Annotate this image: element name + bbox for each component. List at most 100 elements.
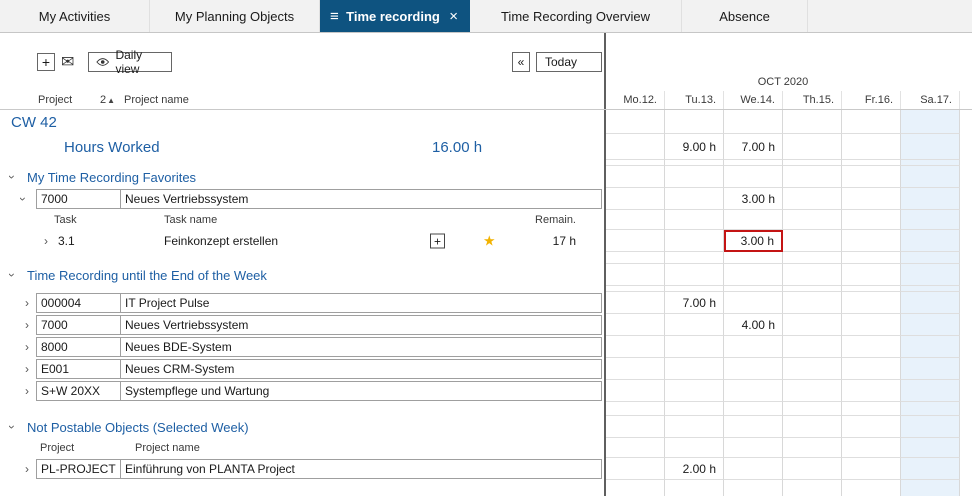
- day-cell[interactable]: [783, 230, 842, 252]
- day-cell[interactable]: [783, 134, 842, 160]
- day-cell[interactable]: [842, 166, 901, 188]
- day-cell[interactable]: [724, 358, 783, 380]
- day-cell-weekend[interactable]: [901, 230, 960, 252]
- project-name-cell[interactable]: Neues Vertriebssystem: [120, 189, 602, 209]
- day-cell[interactable]: [783, 380, 842, 402]
- day-cell[interactable]: [665, 110, 724, 134]
- day-header[interactable]: Tu.13.: [665, 91, 724, 109]
- project-name-cell[interactable]: Einführung von PLANTA Project: [120, 459, 602, 479]
- project-name-cell[interactable]: Systempflege und Wartung: [120, 381, 602, 401]
- day-cell[interactable]: [783, 314, 842, 336]
- favorite-star-icon[interactable]: ★: [483, 233, 496, 250]
- day-cell[interactable]: [783, 292, 842, 314]
- day-cell-weekend[interactable]: [901, 264, 960, 286]
- project-name-cell[interactable]: Neues BDE-System: [120, 337, 602, 357]
- day-cell[interactable]: [724, 336, 783, 358]
- day-cell[interactable]: [606, 230, 665, 252]
- day-cell[interactable]: [724, 438, 783, 458]
- project-name-cell[interactable]: Neues CRM-System: [120, 359, 602, 379]
- day-cell[interactable]: [783, 210, 842, 230]
- favorites-section-title[interactable]: My Time Recording Favorites: [27, 166, 196, 188]
- daily-view-button[interactable]: Daily view: [88, 52, 172, 72]
- day-cell[interactable]: [842, 336, 901, 358]
- day-cell[interactable]: [606, 416, 665, 438]
- sort-indicator[interactable]: 2▲: [100, 91, 115, 109]
- project-id-cell[interactable]: 8000: [36, 337, 121, 357]
- chevron-right-icon[interactable]: ›: [25, 319, 29, 331]
- day-cell[interactable]: [606, 110, 665, 134]
- day-cell[interactable]: [665, 210, 724, 230]
- day-cell[interactable]: [606, 380, 665, 402]
- day-cell-weekend[interactable]: [901, 110, 960, 134]
- hours-value-cell[interactable]: 7.00 h: [724, 134, 783, 160]
- chevron-down-icon[interactable]: ›: [17, 197, 29, 201]
- add-button[interactable]: +: [37, 53, 55, 71]
- day-cell[interactable]: [783, 438, 842, 458]
- chevron-right-icon[interactable]: ›: [25, 463, 29, 475]
- day-cell[interactable]: [783, 358, 842, 380]
- day-cell[interactable]: [606, 358, 665, 380]
- day-header[interactable]: Mo.12.: [606, 91, 665, 109]
- day-cell[interactable]: [724, 416, 783, 438]
- day-cell[interactable]: [606, 188, 665, 210]
- day-cell[interactable]: [842, 110, 901, 134]
- day-cell[interactable]: [783, 458, 842, 480]
- project-id-cell[interactable]: 7000: [36, 315, 121, 335]
- day-cell-weekend[interactable]: [901, 458, 960, 480]
- day-cell-weekend[interactable]: [901, 166, 960, 188]
- day-cell[interactable]: [842, 416, 901, 438]
- not-postable-section-title[interactable]: Not Postable Objects (Selected Week): [27, 416, 249, 438]
- project-id-cell[interactable]: 000004: [36, 293, 121, 313]
- hours-value-cell[interactable]: 9.00 h: [665, 134, 724, 160]
- day-header[interactable]: Th.15.: [783, 91, 842, 109]
- day-cell[interactable]: [665, 166, 724, 188]
- tab-absence[interactable]: Absence: [682, 0, 808, 32]
- day-cell[interactable]: [665, 336, 724, 358]
- day-cell[interactable]: [842, 134, 901, 160]
- day-cell[interactable]: [724, 458, 783, 480]
- project-column-header[interactable]: Project: [38, 91, 72, 109]
- day-cell-weekend[interactable]: [901, 188, 960, 210]
- day-cell[interactable]: [606, 336, 665, 358]
- day-cell-weekend[interactable]: [901, 380, 960, 402]
- previous-week-button[interactable]: «: [512, 52, 530, 72]
- mail-icon[interactable]: ✉: [61, 52, 74, 72]
- day-cell[interactable]: [783, 188, 842, 210]
- day-header[interactable]: We.14.: [724, 91, 783, 109]
- chevron-right-icon[interactable]: ›: [25, 341, 29, 353]
- day-cell[interactable]: [842, 438, 901, 458]
- day-cell-weekend[interactable]: [901, 210, 960, 230]
- day-cell[interactable]: [724, 264, 783, 286]
- chevron-down-icon[interactable]: ›: [6, 425, 18, 429]
- day-cell-weekend[interactable]: [901, 416, 960, 438]
- day-cell[interactable]: [783, 336, 842, 358]
- chevron-right-icon[interactable]: ›: [25, 363, 29, 375]
- chevron-right-icon[interactable]: ›: [44, 235, 48, 247]
- day-cell[interactable]: [606, 438, 665, 458]
- day-cell[interactable]: [606, 210, 665, 230]
- day-header[interactable]: Sa.17.: [901, 91, 960, 109]
- day-cell[interactable]: [724, 210, 783, 230]
- project-name-column-header[interactable]: Project name: [124, 91, 189, 109]
- day-cell[interactable]: [665, 314, 724, 336]
- day-cell[interactable]: [665, 230, 724, 252]
- day-cell[interactable]: [842, 380, 901, 402]
- day-header[interactable]: Fr.16.: [842, 91, 901, 109]
- day-cell[interactable]: [665, 264, 724, 286]
- day-cell[interactable]: [606, 166, 665, 188]
- day-cell[interactable]: [842, 292, 901, 314]
- close-icon[interactable]: ×: [447, 8, 460, 25]
- hours-value-cell[interactable]: 2.00 h: [665, 458, 724, 480]
- day-cell[interactable]: [606, 292, 665, 314]
- hamburger-icon[interactable]: ≡: [330, 8, 339, 25]
- day-cell[interactable]: [606, 134, 665, 160]
- week-group-label[interactable]: CW 42: [11, 110, 57, 134]
- day-cell-weekend[interactable]: [901, 134, 960, 160]
- day-cell[interactable]: [724, 292, 783, 314]
- tab-my-activities[interactable]: My Activities: [0, 0, 150, 32]
- day-cell[interactable]: [842, 230, 901, 252]
- hours-value-cell[interactable]: 4.00 h: [724, 314, 783, 336]
- project-name-cell[interactable]: Neues Vertriebssystem: [120, 315, 602, 335]
- day-cell[interactable]: [665, 358, 724, 380]
- chevron-down-icon[interactable]: ›: [6, 273, 18, 277]
